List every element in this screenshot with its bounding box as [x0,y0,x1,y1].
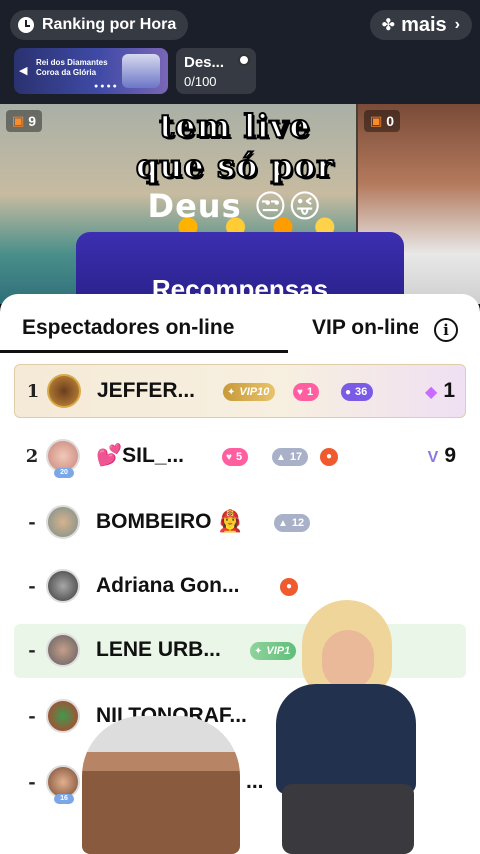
spectator-name: JEFFER... [97,379,196,402]
live-video: ▣ 9 ▣ 0 Recompensas tem live que só por … [0,104,480,304]
event-banner[interactable]: ◀ Rei dos Diamantes Coroa da Glória ●●●● [14,48,168,94]
rank-number: 1 [26,381,40,402]
avatar[interactable] [46,505,80,539]
panda-icon [238,54,250,66]
avatar-level-badge: 20 [54,468,74,478]
heart-icon: ♥ [226,451,232,463]
meme-caption-line-1: tem live [158,106,311,146]
laughing-woman-sticker [272,600,422,854]
spectator-name: Adriana Gon... [96,574,240,597]
vip-badge-label: VIP10 [239,386,270,398]
chevron-right-icon: › [454,16,460,33]
carousel-dots: ●●●● [94,83,119,90]
spectator-row[interactable]: 1 JEFFER... ✦ VIP10 ♥ 1 ● 36 ◆ 1 [14,364,466,418]
rank-number: - [28,576,36,597]
contribution-number: 9 [444,444,456,467]
avatar[interactable] [46,569,80,603]
more-button[interactable]: ✤ mais › [369,10,472,40]
rank-number: - [28,512,36,533]
wings-icon: ✦ [254,645,263,657]
arrow-left-icon: ◀ [19,65,28,77]
fan-badge: ♥ 5 [222,448,249,466]
skirt [282,784,414,854]
contribution-value: V9 [428,444,456,468]
host-gift-value: 9 [28,113,37,129]
level-badge: ▲ 17 [272,448,309,466]
fan-badge: ♥ 1 [293,383,320,401]
goal-widget[interactable]: Des... 0/100 [176,48,256,94]
grid-icon: ✤ [381,17,396,34]
tab-vip-online[interactable]: VIP on-line [312,316,418,340]
meme-caption: tem live que só por Deus 😒😜 [60,106,410,226]
level-icon: ● [345,386,352,398]
spectator-row[interactable]: - BOMBEIRO 👩‍🚒 ▲ 12 [14,496,466,550]
treasure-chest-icon [122,54,160,88]
meme-caption-line-3: Deus 😒😜 [147,187,323,225]
host-gift-count: ▣ 9 [6,110,43,132]
avatar-level-badge: 16 [54,794,74,804]
level-badge: ▲ 12 [274,514,311,532]
role-icon: ● [320,448,338,466]
level-badge-value: 17 [289,451,303,463]
arrow-up-icon: ▲ [278,517,288,529]
rank-number: - [28,640,36,661]
gift-icon: ▣ [12,113,25,128]
wings-icon: ✦ [227,386,236,398]
live-header: Ranking por Hora ✤ mais › ◀ Rei dos Diam… [0,0,480,104]
role-icon: ● [280,578,298,596]
avatar[interactable] [46,699,80,733]
avatar[interactable] [47,374,81,408]
diamond-icon: ◆ [425,384,438,401]
event-banner-text: Rei dos Diamantes Coroa da Glória [36,58,108,77]
spectators-tabs: Espectadores on-line VIP on-line i [0,294,480,356]
face [322,630,374,690]
tab-online-spectators[interactable]: Espectadores on-line [22,316,234,340]
arrow-up-icon: ▲ [276,451,286,463]
level-badge-value: 12 [291,517,305,529]
hourly-ranking-button[interactable]: Ranking por Hora [10,10,189,40]
rank-number: 2 [25,446,39,467]
spectator-name: BOMBEIRO 👩‍🚒 [96,510,244,533]
contribution-number: 1 [443,379,455,402]
spectator-name: 💕SIL_... [96,444,184,467]
contribution-value: ◆ 1 [425,379,455,403]
vip-badge: ✦ VIP10 [223,383,276,401]
spectator-row[interactable]: 2 20 💕SIL_... ♥ 5 ▲ 17 ● V9 [14,430,466,484]
level-badge: ● 36 [341,383,374,401]
hourly-ranking-label: Ranking por Hora [42,16,177,33]
rank-number: - [28,772,36,793]
meme-caption-line-2: que só por [135,146,335,186]
fan-badge-value: 1 [306,386,314,398]
info-icon[interactable]: i [434,318,458,342]
body [276,684,416,794]
level-badge-value: 36 [355,386,368,398]
rank-number: - [28,706,36,727]
laughing-man-sticker [82,716,240,854]
avatar[interactable] [46,633,80,667]
active-tab-indicator [0,350,288,353]
heart-icon: ♥ [297,386,303,398]
spectator-name: ... [246,770,264,793]
v-icon: V [427,449,439,466]
more-label: mais [401,13,447,36]
fan-badge-value: 5 [235,451,243,463]
clock-icon [18,17,34,33]
spectator-name: LENE URB... [96,638,221,661]
goal-progress: 0/100 [184,74,217,89]
